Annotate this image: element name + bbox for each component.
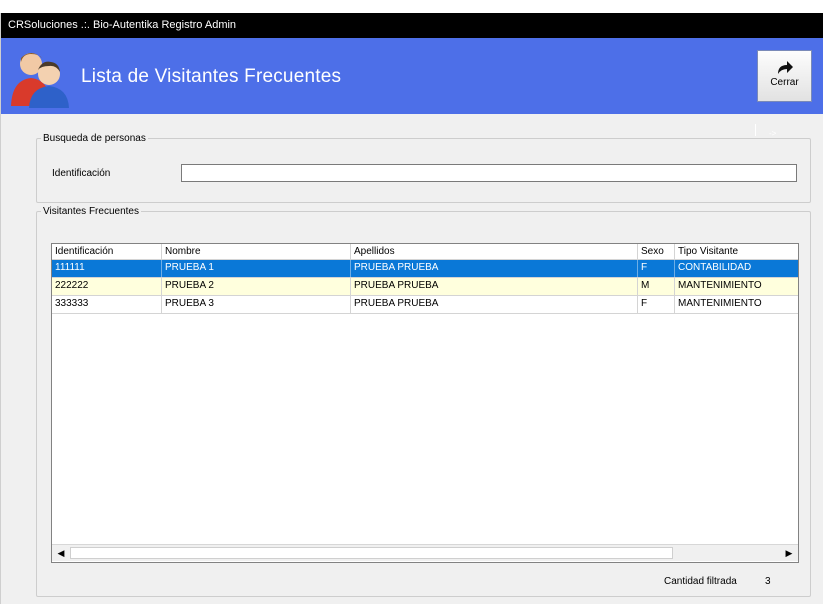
scrollbar-thumb[interactable] [70, 547, 673, 559]
main-window: CRSoluciones .:. Bio-Autentika Registro … [0, 13, 823, 604]
title-bar: CRSoluciones .:. Bio-Autentika Registro … [1, 13, 823, 38]
table-cell: PRUEBA 1 [162, 260, 351, 277]
table-row[interactable]: 333333 PRUEBA 3 PRUEBA PRUEBA F MANTENIM… [52, 296, 798, 314]
table-cell: PRUEBA PRUEBA [351, 278, 638, 295]
column-header-identificacion[interactable]: Identificación [52, 244, 162, 259]
column-header-sexo[interactable]: Sexo [638, 244, 675, 259]
table-cell: PRUEBA PRUEBA [351, 260, 638, 277]
close-button-label: Cerrar [770, 77, 799, 88]
table-cell: PRUEBA 2 [162, 278, 351, 295]
table-cell: MANTENIMIENTO [678, 298, 762, 309]
table-cell: CONTABILIDAD [678, 262, 752, 273]
table-cell: 111111 [52, 260, 162, 277]
identification-label: Identificación [52, 168, 111, 179]
column-header-apellidos[interactable]: Apellidos [351, 244, 638, 259]
table-cell: F [638, 260, 675, 277]
table-cell: F [638, 296, 675, 313]
identification-input[interactable] [181, 164, 797, 182]
table-cell: 333333 [52, 296, 162, 313]
close-button[interactable]: Cerrar [757, 50, 812, 102]
table-header: Identificación Nombre Apellidos Sexo Tip… [52, 244, 798, 260]
table-row[interactable]: 222222 PRUEBA 2 PRUEBA PRUEBA M MANTENIM… [52, 278, 798, 296]
scroll-right-icon[interactable]: ▶ [781, 546, 797, 560]
table-cell: MANTENIMIENTO [678, 280, 762, 291]
table-cell: M [638, 278, 675, 295]
column-header-tipo-visitante[interactable]: Tipo Visitante [675, 244, 798, 259]
users-icon [11, 53, 69, 108]
filtered-count-label: Cantidad filtrada [664, 576, 737, 587]
table-cell: PRUEBA 3 [162, 296, 351, 313]
redo-arrow-icon [777, 61, 793, 74]
table-cell: PRUEBA PRUEBA [351, 296, 638, 313]
scroll-left-icon[interactable]: ◀ [53, 546, 69, 560]
horizontal-scrollbar[interactable]: ◀ ▶ [52, 544, 798, 561]
page-title: Lista de Visitantes Frecuentes [81, 66, 342, 87]
header-banner: Lista de Visitantes Frecuentes Cerrar -> [1, 38, 823, 138]
filtered-count-value: 3 [765, 576, 771, 587]
column-header-nombre[interactable]: Nombre [162, 244, 351, 259]
visitors-table[interactable]: Identificación Nombre Apellidos Sexo Tip… [51, 243, 799, 563]
table-cell: 222222 [52, 278, 162, 295]
visitors-group-label: Visitantes Frecuentes [43, 206, 139, 217]
search-group-label: Busqueda de personas [43, 133, 146, 144]
table-row[interactable]: 111111 PRUEBA 1 PRUEBA PRUEBA F CONTABIL… [52, 260, 798, 278]
